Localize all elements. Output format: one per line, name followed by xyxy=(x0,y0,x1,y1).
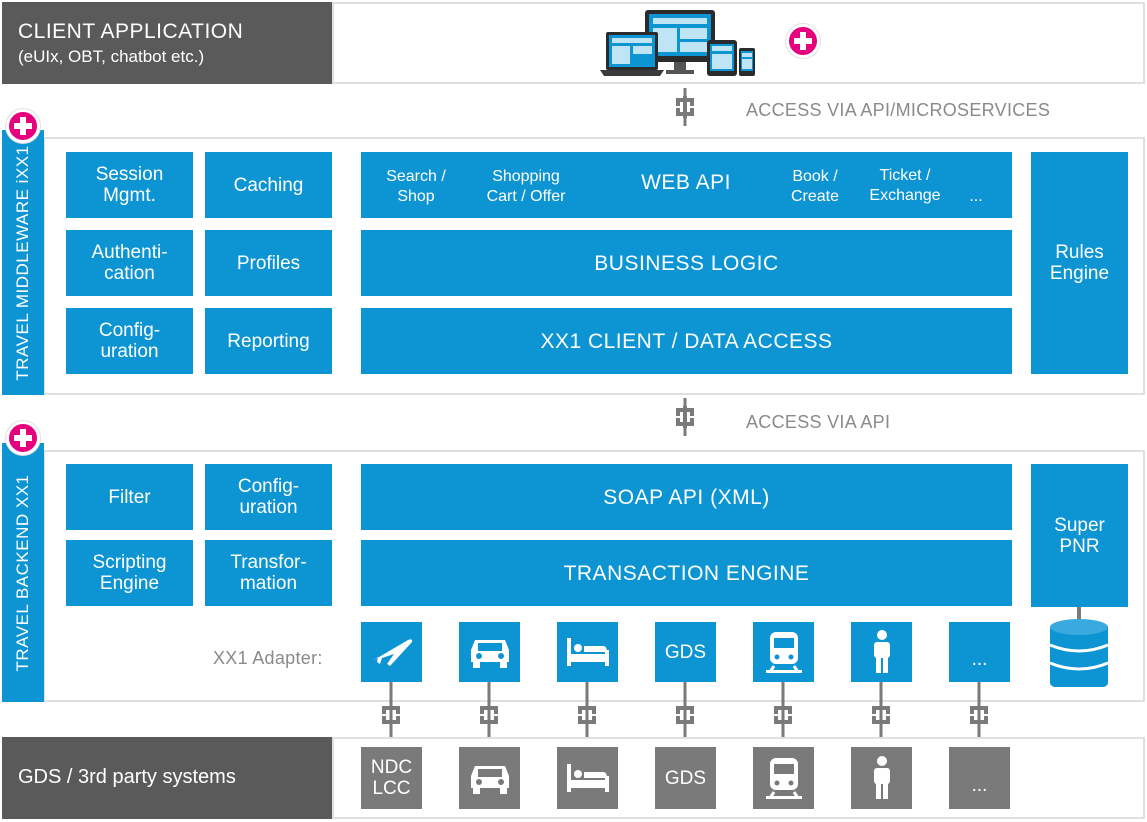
person-icon xyxy=(873,756,890,799)
system-hotel xyxy=(557,747,618,809)
authentication-box: Authenti- cation xyxy=(66,230,193,296)
middleware-title-bar: TRAVEL MIDDLEWARE iXX1 xyxy=(2,130,44,395)
car-icon xyxy=(470,766,509,794)
car-icon xyxy=(470,640,509,668)
scripting-engine-box: Scripting Engine xyxy=(66,540,193,606)
gds-header: GDS / 3rd party systems xyxy=(2,737,332,819)
person-icon xyxy=(873,630,890,673)
adapter-car xyxy=(459,622,520,682)
backend-configuration-box: Config- uration xyxy=(205,464,332,530)
adapter-gds: GDS xyxy=(655,622,716,682)
add-client-plus-icon[interactable] xyxy=(786,24,820,58)
adapter-person xyxy=(851,622,912,682)
rules-engine-box: Rules Engine xyxy=(1031,152,1128,374)
add-middleware-plus-icon[interactable] xyxy=(6,109,40,143)
train-icon xyxy=(765,632,802,673)
devices-icon xyxy=(600,10,755,76)
transformation-box: Transfor- mation xyxy=(205,540,332,606)
web-api-title: WEB API xyxy=(641,171,731,194)
system-gds: GDS xyxy=(655,747,716,809)
backend-title-bar: TRAVEL BACKEND XX1 xyxy=(2,443,44,702)
web-api-book-create: Book / Create xyxy=(790,168,840,205)
web-api-ticket-exchange: Ticket / Exchange xyxy=(869,167,941,204)
system-ndc-lcc: NDC LCC xyxy=(361,747,422,809)
configuration-box: Config- uration xyxy=(66,308,193,374)
client-subtitle: (eUIx, OBT, chatbot etc.) xyxy=(18,47,205,66)
reporting-box: Reporting xyxy=(205,308,332,374)
gds-panel xyxy=(332,737,1145,819)
bed-icon xyxy=(566,638,609,666)
client-application-header: CLIENT APPLICATION (eUIx, OBT, chatbot e… xyxy=(2,2,332,84)
middleware-title: TRAVEL MIDDLEWARE iXX1 xyxy=(13,144,32,381)
airplane-icon xyxy=(373,639,412,666)
profiles-box: Profiles xyxy=(205,230,332,296)
adapter-hotel xyxy=(557,622,618,682)
business-logic-box: BUSINESS LOGIC xyxy=(361,230,1012,296)
system-car xyxy=(459,747,520,809)
caching-box: Caching xyxy=(205,152,332,218)
web-api-more: ... xyxy=(969,188,983,205)
web-api-shopping-cart: Shopping Cart / Offer xyxy=(486,168,566,205)
web-api-search-shop: Search / Shop xyxy=(386,168,446,205)
add-backend-plus-icon[interactable] xyxy=(6,421,40,455)
api-connector-icon xyxy=(676,88,694,126)
adapter-more: ... xyxy=(949,622,1010,682)
session-mgmt-box: Session Mgmt. xyxy=(66,152,193,218)
train-icon xyxy=(765,758,802,799)
access-api-label: ACCESS VIA API xyxy=(746,412,891,432)
system-more: ... xyxy=(949,747,1010,809)
adapter-label: XX1 Adapter: xyxy=(213,648,323,668)
web-api-box: Search / Shop Shopping Cart / Offer WEB … xyxy=(361,152,1012,218)
bed-icon xyxy=(566,764,609,792)
filter-box: Filter xyxy=(66,464,193,530)
database-icon xyxy=(1049,607,1109,687)
system-train xyxy=(753,747,814,809)
access-microservices-label: ACCESS VIA API/MICROSERVICES xyxy=(746,100,1051,120)
soap-api-box: SOAP API (XML) xyxy=(361,464,1012,530)
transaction-engine-box: TRANSACTION ENGINE xyxy=(361,540,1012,606)
adapter-airplane xyxy=(361,622,422,682)
system-person xyxy=(851,747,912,809)
backend-title: TRAVEL BACKEND XX1 xyxy=(13,473,32,672)
client-title: CLIENT APPLICATION xyxy=(18,20,244,43)
api-connector-icon xyxy=(676,398,694,436)
super-pnr-box: Super PNR xyxy=(1031,464,1128,607)
gds-title: GDS / 3rd party systems xyxy=(18,766,236,788)
client-data-access-box: XX1 CLIENT / DATA ACCESS xyxy=(361,308,1012,374)
adapter-train xyxy=(753,622,814,682)
